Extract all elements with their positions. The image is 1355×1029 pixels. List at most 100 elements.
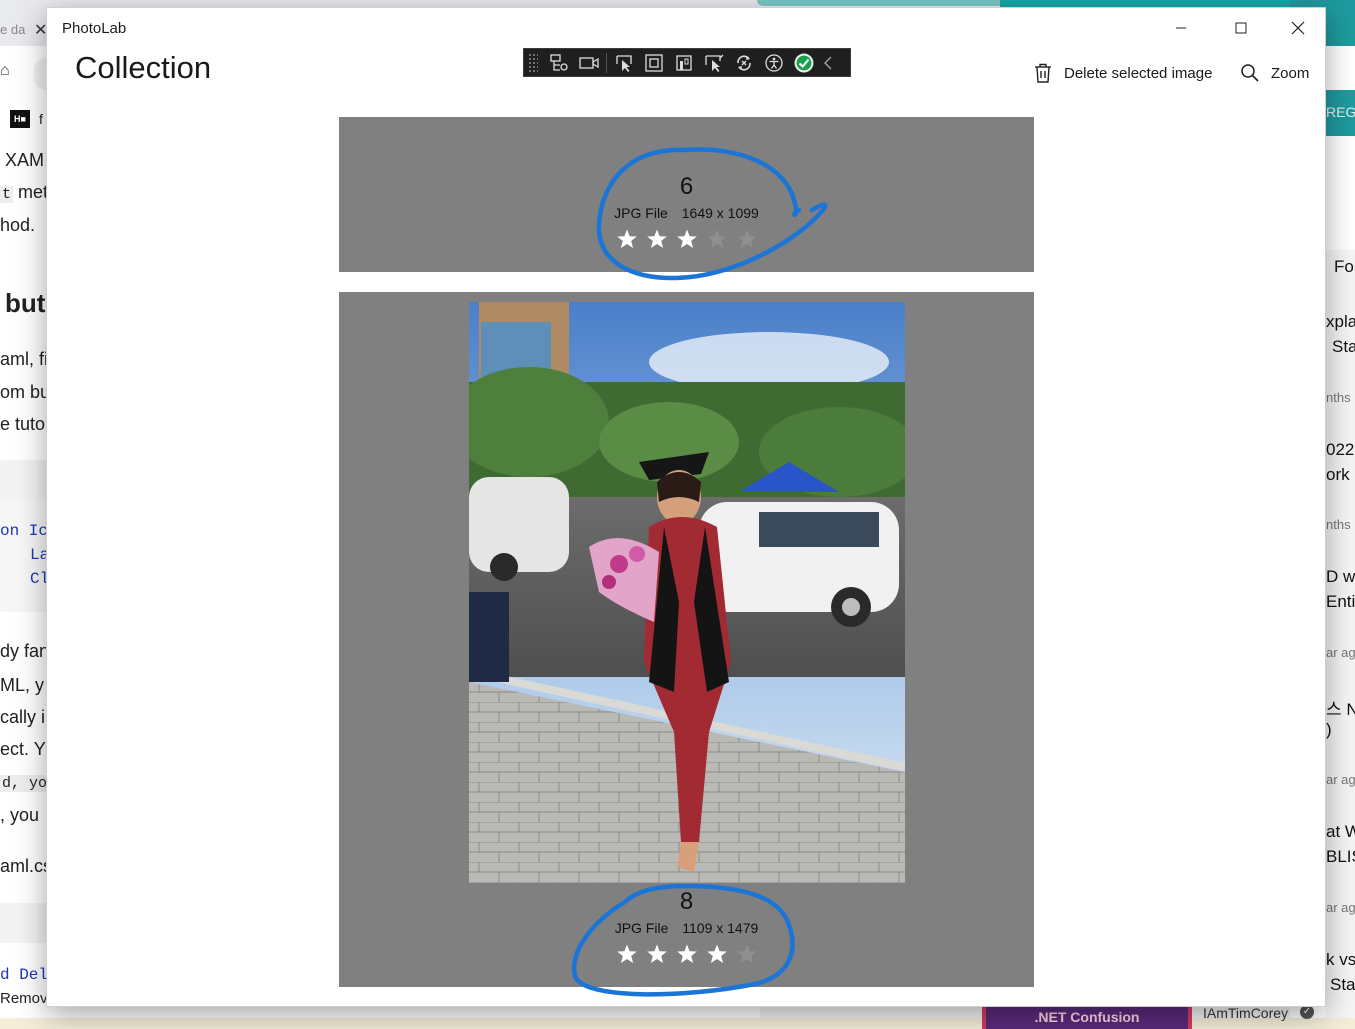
- background-right-text: ): [1326, 720, 1332, 739]
- xaml-debug-toolbar: [523, 48, 851, 77]
- accessibility-button[interactable]: [759, 50, 789, 76]
- image-dimensions: 1649 x 1099: [681, 205, 759, 221]
- star-icon[interactable]: [615, 227, 639, 251]
- status-checkmark-button[interactable]: [789, 50, 819, 76]
- binding-failures-button[interactable]: [699, 50, 729, 76]
- star-icon[interactable]: [675, 227, 699, 251]
- star-icon[interactable]: [675, 942, 699, 966]
- zoom-button[interactable]: Zoom: [1240, 62, 1309, 84]
- background-right-text: xpla: [1326, 312, 1355, 331]
- hot-reload-button[interactable]: [729, 50, 759, 76]
- background-right-text: Entit: [1326, 592, 1355, 611]
- background-right-text: D w: [1326, 567, 1355, 586]
- close-button[interactable]: [1269, 8, 1327, 48]
- display-layout-adorners-icon: [645, 53, 663, 72]
- title-bar[interactable]: PhotoLab: [47, 8, 1325, 48]
- background-text-line: ML, y: [0, 675, 45, 695]
- maximize-icon: [1235, 22, 1247, 34]
- background-tile: [757, 0, 1007, 6]
- background-text-line: t met: [0, 182, 49, 203]
- background-right-meta: ar ag: [1326, 900, 1355, 915]
- background-author-name[interactable]: IAmTimCorey: [1203, 1005, 1288, 1021]
- page-title: Collection: [75, 50, 212, 85]
- background-text-line: e tuto: [0, 414, 46, 434]
- maximize-button[interactable]: [1212, 8, 1270, 48]
- image-number: 6: [679, 173, 694, 200]
- search-zoom-icon: [1241, 64, 1259, 82]
- background-tab-label[interactable]: e da: [0, 22, 25, 37]
- background-right-text: 022: [1326, 440, 1355, 459]
- binding-failures-icon: [705, 54, 724, 72]
- background-code-line: on Ic: [0, 522, 49, 540]
- gallery-item[interactable]: 8 JPG File 1109 x 1479: [339, 292, 1034, 987]
- star-icon[interactable]: [735, 942, 759, 966]
- background-right-meta: ar ag: [1326, 645, 1355, 660]
- background-promo-banner[interactable]: .NET Confusion: [982, 1006, 1192, 1029]
- file-type: JPG File: [614, 205, 668, 221]
- file-type: JPG File: [614, 920, 669, 936]
- trash-icon: [1035, 63, 1051, 83]
- select-element-icon: [616, 54, 632, 72]
- image-info: JPG File 1109 x 1479: [339, 920, 1034, 936]
- home-icon[interactable]: ⌂: [0, 62, 10, 80]
- star-icon[interactable]: [645, 227, 669, 251]
- star-icon[interactable]: [705, 227, 729, 251]
- star-icon[interactable]: [615, 942, 639, 966]
- image-gallery: 6 JPG File 1649 x 1099 8 JPG File 1109 x…: [47, 98, 1325, 1006]
- rating-control[interactable]: [339, 942, 1034, 966]
- background-right-text: BLIS: [1326, 847, 1355, 866]
- background-right-text: k vs: [1326, 950, 1355, 969]
- background-right-text: 스 N: [1326, 700, 1355, 719]
- background-heading: but: [5, 288, 46, 318]
- background-text-line: om bu: [0, 382, 51, 402]
- background-right-meta: nths: [1326, 517, 1351, 532]
- background-code-line: d Del: [0, 966, 49, 984]
- zoom-label: Zoom: [1271, 64, 1310, 82]
- background-right-text: For: [1334, 257, 1355, 276]
- background-right-text: Sta: [1332, 337, 1355, 356]
- background-text-line: Remov: [0, 990, 48, 1007]
- delete-selected-image-button[interactable]: Delete selected image: [1033, 62, 1212, 84]
- live-visual-tree-icon: [550, 53, 568, 71]
- close-icon: [1291, 21, 1305, 35]
- app-title: PhotoLab: [62, 20, 127, 37]
- star-icon[interactable]: [705, 942, 729, 966]
- collapse-toolbar-button[interactable]: [819, 50, 837, 76]
- star-icon[interactable]: [645, 942, 669, 966]
- record-button[interactable]: [574, 50, 604, 76]
- track-focus-icon: [676, 54, 692, 71]
- delete-selected-image-label: Delete selected image: [1064, 64, 1213, 82]
- background-text-line: ect. Y: [0, 739, 46, 759]
- background-text-line: XAM: [5, 150, 45, 170]
- minimize-icon: [1176, 27, 1186, 29]
- record-icon: [579, 56, 599, 69]
- bookmark-label[interactable]: f: [39, 111, 43, 127]
- minimize-button[interactable]: [1152, 8, 1210, 48]
- background-right-text: ork: [1326, 465, 1350, 484]
- image-dimensions: 1109 x 1479: [682, 920, 759, 936]
- background-right-meta: ar ag: [1326, 772, 1355, 787]
- background-text-line: cally i: [0, 707, 46, 727]
- background-text-line: d, yo: [0, 775, 50, 792]
- select-element-button[interactable]: [609, 50, 639, 76]
- toolbar-separator: [606, 52, 607, 73]
- toolbar-grip[interactable]: [528, 52, 538, 73]
- graduation-photo[interactable]: [469, 302, 905, 883]
- image-info: JPG File 1649 x 1099: [339, 205, 1034, 221]
- background-right-meta: nths: [1326, 390, 1351, 405]
- track-focus-button[interactable]: [669, 50, 699, 76]
- background-text-line: aml, fi: [0, 349, 49, 369]
- accessibility-icon: [765, 53, 783, 72]
- display-layout-adorners-button[interactable]: [639, 50, 669, 76]
- background-text-line: hod.: [0, 215, 36, 235]
- star-icon[interactable]: [735, 227, 759, 251]
- photolab-window: PhotoLab Collection Delete selected imag…: [46, 7, 1326, 1007]
- background-text-line: , you: [0, 805, 40, 825]
- rating-control[interactable]: [339, 227, 1034, 251]
- image-number: 8: [679, 888, 694, 915]
- live-visual-tree-button[interactable]: [544, 50, 574, 76]
- hot-reload-icon: [737, 54, 751, 71]
- gallery-item[interactable]: 6 JPG File 1649 x 1099: [339, 117, 1034, 272]
- checkmark-icon: [794, 53, 814, 72]
- background-text-line: dy fan: [0, 641, 50, 661]
